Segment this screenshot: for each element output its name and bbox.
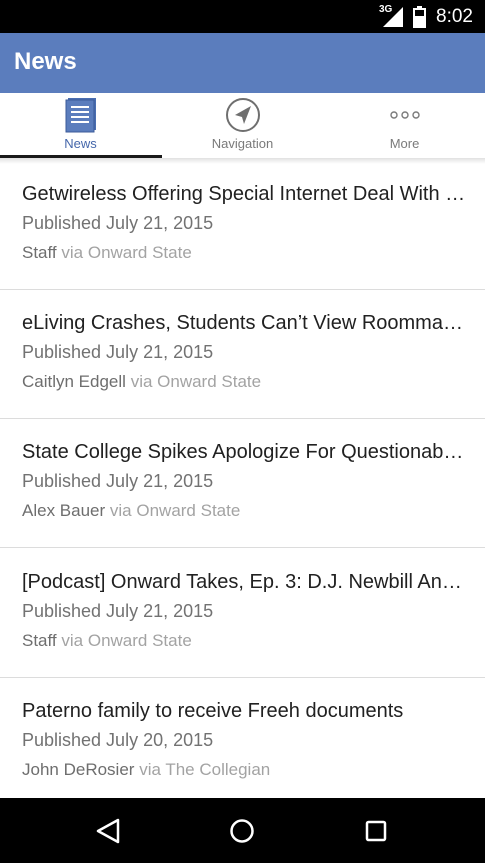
tab-label: News — [64, 136, 97, 151]
news-published-date: Published July 21, 2015 — [22, 213, 214, 233]
news-author: Staff — [22, 243, 57, 262]
news-headline: [Podcast] Onward Takes, Ep. 3: D.J. Newb… — [22, 571, 467, 593]
news-feed[interactable]: Getwireless Offering Special Internet De… — [0, 160, 485, 798]
system-nav-bar — [0, 798, 485, 863]
news-byline: John DeRosier via The Collegian — [22, 760, 270, 780]
news-headline: eLiving Crashes, Students Can’t View Roo… — [22, 312, 467, 334]
news-source: via Onward State — [109, 501, 241, 520]
news-author: Alex Bauer — [22, 501, 106, 520]
app-bar: News — [0, 33, 485, 93]
home-icon[interactable] — [225, 815, 259, 847]
more-dots-icon — [389, 111, 420, 119]
battery-icon — [413, 6, 426, 28]
news-published-date: Published July 20, 2015 — [22, 730, 214, 750]
news-icon — [65, 98, 96, 133]
news-headline: Getwireless Offering Special Internet De… — [22, 183, 467, 205]
news-source: via Onward State — [61, 243, 192, 262]
news-byline: Staff via Onward State — [22, 243, 192, 263]
news-headline: Paterno family to receive Freeh document… — [22, 700, 404, 722]
news-published-date: Published July 21, 2015 — [22, 342, 214, 362]
news-author: Staff — [22, 631, 57, 650]
tab-label: More — [389, 136, 420, 151]
active-tab-indicator — [0, 155, 162, 158]
news-item[interactable]: [Podcast] Onward Takes, Ep. 3: D.J. Newb… — [0, 548, 485, 678]
news-byline: Staff via Onward State — [22, 631, 192, 651]
news-author: John DeRosier — [22, 760, 135, 779]
news-byline: Caitlyn Edgell via Onward State — [22, 372, 261, 392]
tab-label: Navigation — [211, 136, 274, 151]
news-source: via Onward State — [61, 631, 192, 650]
news-headline: State College Spikes Apologize For Quest… — [22, 441, 467, 463]
back-icon[interactable] — [92, 815, 126, 847]
navigation-arrow-icon — [225, 98, 260, 132]
app-title: News — [14, 48, 77, 75]
tab-news[interactable]: News — [0, 93, 161, 159]
news-source: via The Collegian — [139, 760, 271, 779]
news-source: via Onward State — [130, 372, 262, 391]
news-item[interactable]: State College Spikes Apologize For Quest… — [0, 418, 485, 548]
signal-icon — [383, 7, 403, 27]
news-item[interactable]: eLiving Crashes, Students Can’t View Roo… — [0, 289, 485, 419]
tab-bar: News Navigation More — [0, 93, 485, 159]
status-time: 8:02 — [436, 6, 473, 27]
tab-more[interactable]: More — [324, 93, 485, 159]
news-author: Caitlyn Edgell — [22, 372, 126, 391]
tab-navigation[interactable]: Navigation — [162, 93, 323, 159]
news-item[interactable]: Getwireless Offering Special Internet De… — [0, 160, 485, 290]
news-published-date: Published July 21, 2015 — [22, 471, 214, 491]
news-byline: Alex Bauer via Onward State — [22, 501, 240, 521]
news-item[interactable]: Paterno family to receive Freeh document… — [0, 677, 485, 798]
recents-icon[interactable] — [359, 815, 393, 847]
news-published-date: Published July 21, 2015 — [22, 601, 214, 621]
status-bar: 3G 8:02 — [0, 0, 485, 33]
